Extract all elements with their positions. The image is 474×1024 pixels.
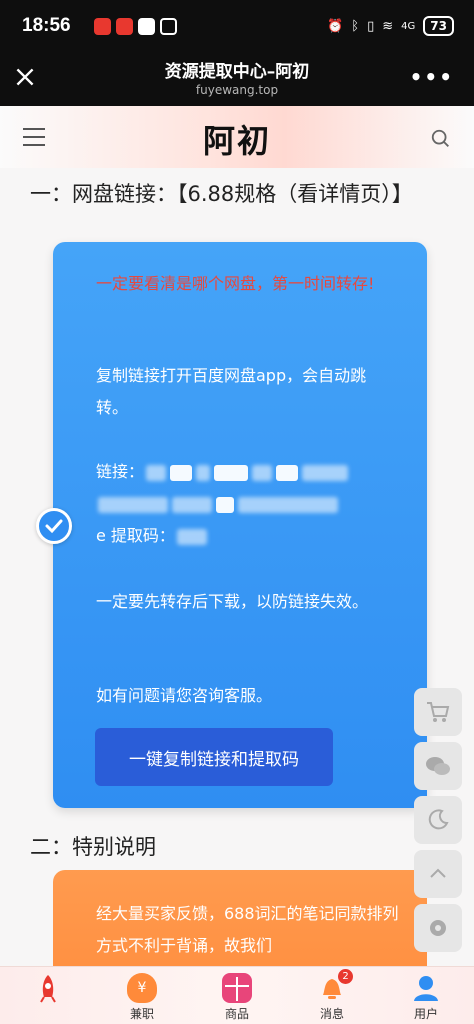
nfc-icon <box>160 18 177 35</box>
nav-item-home[interactable] <box>8 973 88 1005</box>
vibrate-icon: ▯ <box>367 18 375 34</box>
alarm-icon: ⏰ <box>327 18 344 34</box>
cart-icon <box>427 702 450 722</box>
tip-text: 一定要先转存后下载，以防链接失效。 <box>96 592 369 611</box>
link-label: 链接： <box>96 462 145 481</box>
nav-item-messages[interactable]: 2 消息 <box>292 969 372 1022</box>
link-card: 一定要看清是哪个网盘，第一时间转存! 复制链接打开百度网盘app，会自动跳转。 … <box>53 242 427 808</box>
status-bar: 18:56 ⏰ ᛒ ▯ ≋ 4G 73 <box>0 0 474 52</box>
wechat-icon <box>426 757 450 775</box>
copy-link-button[interactable]: 一键复制链接和提取码 <box>95 728 333 786</box>
nav-label: 消息 <box>319 1007 344 1021</box>
browser-header: 资源提取中心–阿初 fuyewang.top ••• <box>0 52 474 106</box>
dark-mode-button[interactable] <box>414 796 462 844</box>
notice-text: 经大量买家反馈，688词汇的笔记同款排列方式不利于背诵，故我们 <box>96 904 399 955</box>
nav-label: 兼职 <box>129 1007 154 1021</box>
battery-icon: 73 <box>423 16 454 36</box>
bluetooth-icon: ᛒ <box>351 18 360 34</box>
search-app-icon <box>138 18 155 35</box>
wifi-icon: ≋ <box>382 18 394 34</box>
search-icon[interactable] <box>430 128 452 150</box>
page-title: 资源提取中心–阿初 <box>164 62 310 82</box>
help-text: 如有问题请您咨询客服。 <box>96 686 273 705</box>
status-time: 18:56 <box>22 15 71 36</box>
nav-label: 商品 <box>224 1007 249 1021</box>
check-icon <box>36 508 72 544</box>
rocket-icon <box>33 973 63 1003</box>
message-badge: 2 <box>338 969 353 984</box>
site-logo[interactable]: 阿初 <box>0 116 474 162</box>
user-icon <box>411 973 441 1003</box>
more-options-icon[interactable]: ••• <box>410 67 454 87</box>
link-text[interactable]: 链接： e 提取码： <box>96 456 396 552</box>
section-title-notice: 二：特别说明 <box>30 835 156 859</box>
moon-icon <box>428 809 449 830</box>
site-header: 阿初 <box>0 106 474 168</box>
section-title-links: 一：网盘链接：【6.88规格（看详情页）】 <box>30 182 413 206</box>
bell-icon: 2 <box>317 969 353 1003</box>
warning-text: 一定要看清是哪个网盘，第一时间转存! <box>96 274 375 293</box>
cart-button[interactable] <box>414 688 462 736</box>
page-domain: fuyewang.top <box>195 83 279 97</box>
code-label: e 提取码： <box>96 526 175 545</box>
notification-icons <box>94 18 177 35</box>
status-right: ⏰ ᛒ ▯ ≋ 4G 73 <box>327 16 454 36</box>
nav-item-jobs[interactable]: ¥ 兼职 <box>102 973 182 1022</box>
scroll-top-button[interactable] <box>414 850 462 898</box>
gift-icon <box>222 973 252 1003</box>
money-bag-icon: ¥ <box>127 973 157 1003</box>
settings-button[interactable] <box>414 904 462 952</box>
nav-label: 用户 <box>413 1007 438 1021</box>
app-notification-icon <box>94 18 111 35</box>
nav-item-user[interactable]: 用户 <box>386 973 466 1022</box>
nav-item-products[interactable]: 商品 <box>197 973 277 1022</box>
wechat-button[interactable] <box>414 742 462 790</box>
signal-icon: 4G <box>401 20 416 32</box>
instruction-text: 复制链接打开百度网盘app，会自动跳转。 <box>96 366 367 417</box>
app-notification-icon <box>116 18 133 35</box>
gear-icon <box>430 920 446 936</box>
chevron-up-icon <box>430 868 446 878</box>
bottom-nav: ¥ 兼职 商品 2 消息 用户 <box>0 966 474 1024</box>
